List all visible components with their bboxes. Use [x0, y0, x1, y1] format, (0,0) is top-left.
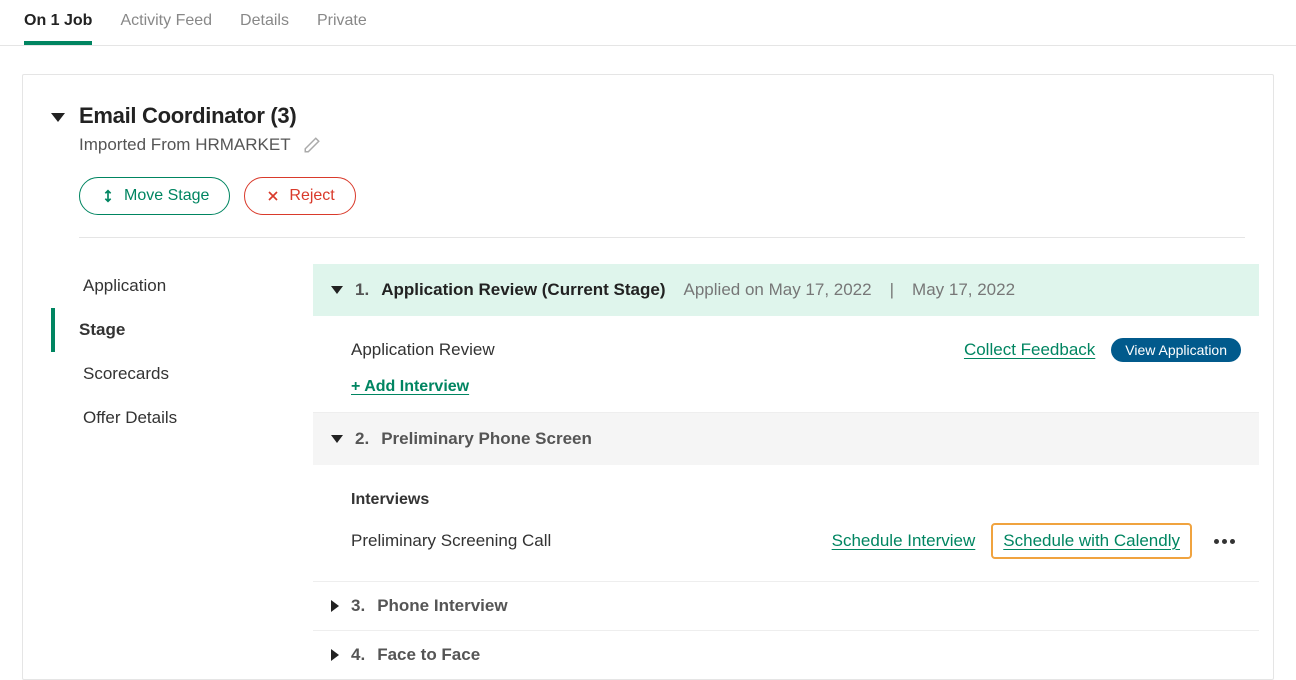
stage-meta-sep: | — [890, 280, 894, 300]
tab-on-job[interactable]: On 1 Job — [24, 0, 92, 44]
stage-row-label: Preliminary Screening Call — [351, 531, 551, 551]
stage-name: Phone Interview — [377, 596, 507, 616]
stage-date: May 17, 2022 — [912, 280, 1015, 300]
reject-button[interactable]: Reject — [244, 177, 355, 215]
stage-header-4[interactable]: 4. Face to Face — [313, 631, 1259, 679]
stage-number: 1. — [355, 280, 369, 300]
stage-applied-date: Applied on May 17, 2022 — [684, 280, 872, 300]
add-interview-link[interactable]: + Add Interview — [351, 368, 469, 396]
collapse-job-icon[interactable] — [51, 113, 65, 122]
stage-name: Face to Face — [377, 645, 480, 665]
chevron-down-icon[interactable] — [331, 286, 343, 294]
view-application-button[interactable]: View Application — [1111, 338, 1241, 362]
sidenav-scorecards[interactable]: Scorecards — [51, 352, 313, 396]
sidenav-stage[interactable]: Stage — [51, 308, 313, 352]
stage-header-2[interactable]: 2. Preliminary Phone Screen — [313, 413, 1259, 465]
interviews-heading: Interviews — [351, 481, 1241, 517]
chevron-down-icon[interactable] — [331, 435, 343, 443]
tab-bar: On 1 Job Activity Feed Details Private — [0, 0, 1296, 46]
chevron-right-icon[interactable] — [331, 649, 339, 661]
job-source: Imported From HRMARKET — [79, 135, 291, 155]
collect-feedback-link[interactable]: Collect Feedback — [964, 340, 1095, 360]
calendly-highlight: Schedule with Calendly — [991, 523, 1192, 559]
sidenav-application[interactable]: Application — [51, 264, 313, 308]
stage-body-2: Interviews Preliminary Screening Call Sc… — [313, 465, 1259, 582]
stage-sidenav: Application Stage Scorecards Offer Detai… — [23, 264, 313, 679]
move-stage-icon — [100, 188, 116, 204]
reject-icon — [265, 188, 281, 204]
stage-number: 3. — [351, 596, 365, 616]
stage-header-1[interactable]: 1. Application Review (Current Stage) Ap… — [313, 264, 1259, 316]
stage-number: 2. — [355, 429, 369, 449]
stage-name: Preliminary Phone Screen — [381, 429, 592, 449]
tab-activity-feed[interactable]: Activity Feed — [120, 0, 212, 44]
stages-column: 1. Application Review (Current Stage) Ap… — [313, 264, 1273, 679]
job-panel: Email Coordinator (3) Imported From HRMA… — [22, 74, 1274, 680]
schedule-with-calendly-link[interactable]: Schedule with Calendly — [1003, 531, 1180, 550]
schedule-interview-link[interactable]: Schedule Interview — [832, 531, 976, 551]
more-actions-icon[interactable] — [1208, 533, 1241, 550]
stage-name: Application Review (Current Stage) — [381, 280, 665, 300]
stage-header-3[interactable]: 3. Phone Interview — [313, 582, 1259, 631]
job-title: Email Coordinator (3) — [79, 103, 296, 129]
edit-icon[interactable] — [303, 136, 321, 154]
stage-number: 4. — [351, 645, 365, 665]
stage-row-label: Application Review — [351, 340, 495, 360]
move-stage-button[interactable]: Move Stage — [79, 177, 230, 215]
chevron-right-icon[interactable] — [331, 600, 339, 612]
tab-details[interactable]: Details — [240, 0, 289, 44]
stage-body-1: Application Review Collect Feedback View… — [313, 316, 1259, 413]
sidenav-offer-details[interactable]: Offer Details — [51, 396, 313, 440]
tab-private[interactable]: Private — [317, 0, 367, 44]
